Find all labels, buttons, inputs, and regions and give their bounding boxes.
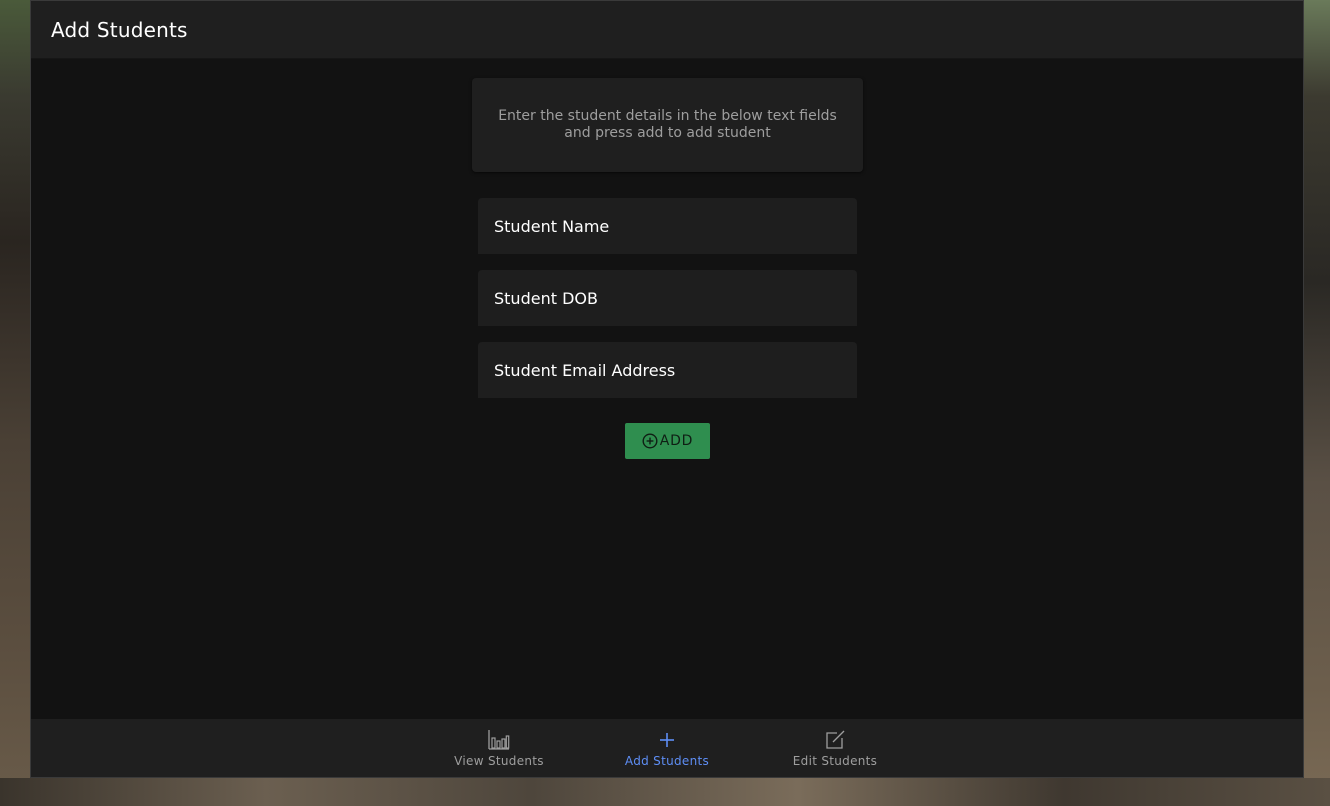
nav-label-edit-students: Edit Students (792, 754, 878, 768)
student-name-field (478, 198, 857, 254)
desktop-wallpaper-right (1304, 0, 1330, 806)
edit-icon (823, 728, 847, 752)
student-email-input[interactable] (478, 342, 857, 398)
bottom-navigation: View Students Add Students Edit Students (31, 719, 1303, 777)
app-window: Add Students Enter the student details i… (30, 0, 1304, 778)
nav-label-view-students: View Students (454, 754, 544, 768)
student-dob-input[interactable] (478, 270, 857, 326)
nav-item-edit-students[interactable]: Edit Students (785, 719, 885, 777)
main-content: Enter the student details in the below t… (31, 59, 1303, 719)
nav-label-add-students: Add Students (624, 754, 710, 768)
plus-icon (655, 728, 679, 752)
add-button[interactable]: ADD (625, 423, 710, 459)
instructions-text: Enter the student details in the below t… (498, 108, 837, 141)
desktop-wallpaper-left (0, 0, 30, 806)
desktop-wallpaper-bottom (0, 778, 1330, 806)
student-email-field (478, 342, 857, 398)
add-circle-icon (642, 433, 658, 449)
bar-chart-icon (487, 728, 511, 752)
page-title: Add Students (51, 17, 188, 42)
app-header: Add Students (31, 1, 1303, 59)
add-button-label: ADD (659, 433, 694, 449)
nav-item-view-students[interactable]: View Students (446, 719, 552, 777)
student-dob-field (478, 270, 857, 326)
instructions-card: Enter the student details in the below t… (472, 78, 863, 172)
student-name-input[interactable] (478, 198, 857, 254)
nav-item-add-students[interactable]: Add Students (616, 719, 718, 777)
